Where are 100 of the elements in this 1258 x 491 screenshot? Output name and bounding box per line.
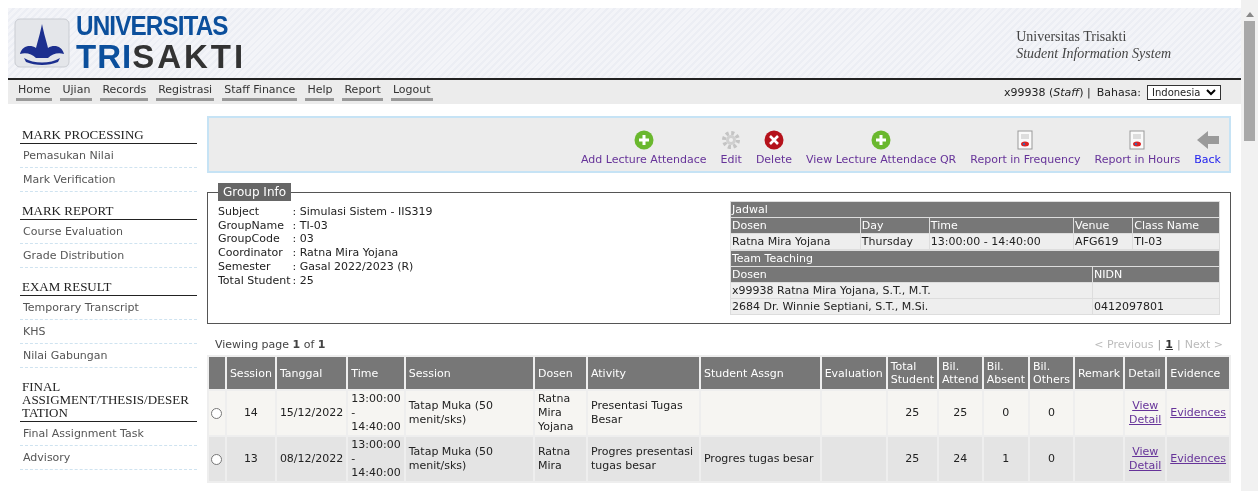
- table-cell: Progres tugas besar: [700, 437, 820, 481]
- table-cell: 25: [939, 391, 982, 435]
- logo-emblem-icon: [14, 18, 70, 68]
- field-value: : Gasal 2022/2023 (R): [292, 259, 415, 274]
- language-label: Bahasa:: [1096, 85, 1141, 99]
- back-arrow-icon: [1195, 130, 1220, 150]
- table-cell: 24: [939, 437, 982, 481]
- radio-button[interactable]: [211, 453, 222, 465]
- column-header: Class Name: [1133, 218, 1219, 233]
- toolbar-button[interactable]: Delete: [750, 128, 798, 166]
- table-cell: Tatap Muka (50 menit/sks): [405, 391, 533, 435]
- field-label: GroupName: [218, 218, 285, 233]
- field-label: Semester: [218, 259, 272, 274]
- table-cell: 13:00:00 - 14:40:00: [929, 234, 1074, 249]
- table-cell: Presentasi Tugas Besar: [587, 391, 699, 435]
- toolbar-button[interactable]: Edit: [715, 128, 747, 166]
- toolbar-button[interactable]: Back: [1189, 128, 1226, 166]
- table-cell: 14: [226, 391, 275, 435]
- column-header: Remark: [1074, 357, 1124, 389]
- plus-icon: [633, 130, 654, 150]
- table-title: Jadwal: [731, 202, 1219, 217]
- column-header: Bil. Absent: [983, 357, 1028, 389]
- logo-text: TRISAKTI: [76, 40, 247, 73]
- column-header: Day: [860, 218, 929, 233]
- logo-text: UNIVERSITAS: [76, 13, 229, 40]
- toolbar-button[interactable]: View Lecture Attendace QR: [801, 128, 962, 166]
- toolbar-button[interactable]: Report in Frequency: [965, 128, 1086, 166]
- sidebar-item[interactable]: Advisory: [20, 446, 197, 470]
- scrollbar[interactable]: [1241, 0, 1258, 491]
- table-cell: 25: [887, 437, 937, 481]
- sidebar-item[interactable]: Temporary Transcript: [20, 296, 197, 320]
- column-header: Dosen: [534, 357, 586, 389]
- table-cell: Ratna Mira: [534, 437, 586, 481]
- table-cell: Progres presentasi tugas besar: [587, 437, 699, 481]
- document-icon: [1129, 130, 1146, 150]
- menu-item[interactable]: Ujian: [60, 83, 93, 101]
- menu-item[interactable]: Report: [342, 83, 383, 101]
- gear-icon: [721, 130, 742, 150]
- menu-item[interactable]: Logout: [390, 83, 433, 101]
- page-info: Viewing page 1 of 1: [215, 338, 326, 351]
- radio-button[interactable]: [211, 407, 222, 419]
- table-cell: 13: [226, 437, 275, 481]
- scroll-up-icon: [1245, 12, 1254, 17]
- section-heading: MARK PROCESSING: [20, 122, 197, 144]
- column-header: Student Assgn: [700, 357, 820, 389]
- field-label: Subject: [218, 205, 261, 219]
- menu-item[interactable]: Registrasi: [156, 83, 215, 101]
- sidebar-item[interactable]: Nilai Gabungan: [20, 344, 197, 368]
- column-header: Session: [405, 357, 533, 389]
- column-header: Session: [226, 357, 275, 389]
- field-value: : Ratna Mira Yojana: [292, 246, 400, 260]
- toolbar-button[interactable]: Add Lecture Attendace: [575, 128, 712, 166]
- field-value: : Simulasi Sistem - IIS319: [292, 205, 433, 219]
- separator: |: [1157, 338, 1162, 351]
- field-label: GroupCode: [218, 232, 281, 247]
- table-cell: TI-03: [1133, 234, 1219, 249]
- menu-item[interactable]: Home: [16, 83, 53, 101]
- table-cell: 13:00:00 - 14:40:00: [348, 437, 404, 481]
- language-select[interactable]: Indonesia: [1147, 84, 1221, 100]
- chevron-down-icon: [1206, 88, 1216, 96]
- column-header: Time: [348, 357, 404, 389]
- field-value: : TI-03: [292, 218, 329, 233]
- table-title: Team Teaching: [731, 251, 1219, 266]
- field-value: : 03: [292, 232, 315, 247]
- menu-item[interactable]: Help: [305, 83, 335, 101]
- scroll-thumb[interactable]: [1244, 21, 1255, 141]
- table-cell: 0: [1029, 391, 1073, 435]
- section-heading: EXAM RESULT: [20, 274, 197, 296]
- table-cell: AFG619: [1074, 234, 1133, 249]
- field-value: : 25: [292, 273, 315, 288]
- column-header: NIDN: [1093, 267, 1219, 282]
- toolbar-button[interactable]: Report in Hours: [1089, 128, 1186, 166]
- menu-item[interactable]: Records: [100, 83, 149, 101]
- field-label: Coordinator: [218, 246, 284, 260]
- table-cell: 1: [983, 437, 1028, 481]
- column-header: Detail: [1125, 357, 1166, 389]
- table-cell: Thursday: [860, 234, 929, 249]
- table-cell: Ratna Mira Yojana: [534, 391, 586, 435]
- group-info-legend: Group Info: [218, 183, 292, 201]
- user-info: x99938 (Staff) |: [1004, 85, 1091, 99]
- table-cell: 08/12/2022: [276, 437, 347, 481]
- sidebar-item[interactable]: Pemasukan Nilai: [20, 144, 197, 168]
- table-cell: 13:00:00 - 14:40:00: [348, 391, 404, 435]
- sidebar-item[interactable]: Mark Verification: [20, 168, 197, 192]
- table-cell: 15/12/2022: [276, 391, 347, 435]
- section-heading: FINAL ASSIGMENT/THESIS/DESERTATION: [20, 374, 197, 422]
- site-subtitle: Student Information System: [1016, 45, 1171, 62]
- column-header: Dosen: [731, 218, 860, 233]
- sidebar-item[interactable]: KHS: [20, 320, 197, 344]
- sidebar-item[interactable]: Course Evaluation: [20, 220, 197, 244]
- menu-item[interactable]: Staff Finance: [222, 83, 298, 101]
- section-heading: MARK REPORT: [20, 198, 197, 220]
- page-link[interactable]: 1: [1165, 338, 1173, 351]
- column-header: Bil. Others: [1029, 357, 1073, 389]
- sidebar-item[interactable]: Final Assignment Task: [20, 422, 197, 446]
- site-title: Universitas Trisakti: [1016, 28, 1128, 45]
- sidebar-item[interactable]: Grade Distribution: [20, 244, 197, 268]
- column-header: Dosen: [731, 267, 1092, 282]
- field-label: Total Student: [218, 273, 291, 288]
- table-cell: 2684 Dr. Winnie Septiani, S.T., M.Si.: [731, 299, 1092, 314]
